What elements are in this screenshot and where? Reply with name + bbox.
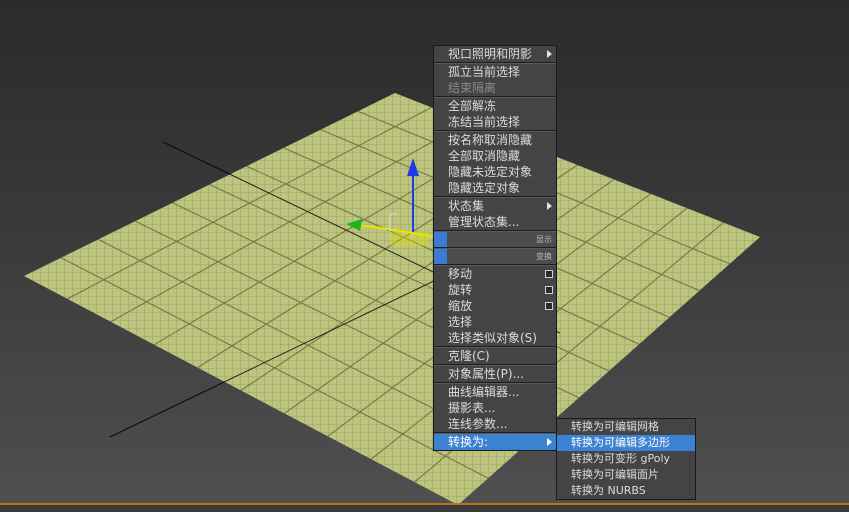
quad-menu: 视口照明和阴影 孤立当前选择 结束隔离 全部解冻 冻结当前选择 按名称取消隐藏 … bbox=[433, 45, 557, 451]
menu-item-convert-nurbs[interactable]: 转换为 NURBS bbox=[557, 483, 695, 499]
menu-item-move[interactable]: 移动 bbox=[434, 266, 556, 282]
submenu-arrow-icon bbox=[547, 202, 552, 210]
menu-item-label: 移动 bbox=[448, 267, 473, 281]
menu-item-label: 隐藏未选定对象 bbox=[448, 165, 533, 179]
quad-header-transform: 变换 bbox=[434, 249, 556, 264]
menu-item-label: 克隆(C) bbox=[448, 349, 490, 363]
menu-item-label: 转换为可编辑多边形 bbox=[571, 436, 670, 449]
quad-header-label: 显示 bbox=[536, 235, 552, 244]
options-box-icon[interactable] bbox=[545, 270, 553, 278]
menu-item-label: 转换为: bbox=[448, 435, 489, 449]
menu-item-label: 连线参数... bbox=[448, 417, 508, 431]
menu-item-clone[interactable]: 克隆(C) bbox=[434, 348, 556, 364]
menu-item-label: 状态集 bbox=[448, 199, 485, 213]
menu-item-object-properties[interactable]: 对象属性(P)... bbox=[434, 366, 556, 382]
menu-item-label: 冻结当前选择 bbox=[448, 115, 521, 129]
menu-item-label: 选择 bbox=[448, 315, 473, 329]
menu-item-label: 转换为可编辑面片 bbox=[571, 468, 659, 481]
submenu-arrow-icon bbox=[547, 438, 552, 446]
menu-item-label: 转换为可编辑网格 bbox=[571, 420, 659, 433]
menu-item-label: 按名称取消隐藏 bbox=[448, 133, 533, 147]
quad-header-marker bbox=[434, 249, 447, 264]
menu-item-rotate[interactable]: 旋转 bbox=[434, 282, 556, 298]
quad-header-marker bbox=[434, 232, 447, 247]
menu-item-hide-unselected[interactable]: 隐藏未选定对象 bbox=[434, 164, 556, 180]
menu-item-viewport-lighting-shadows[interactable]: 视口照明和阴影 bbox=[434, 46, 556, 62]
menu-item-label: 摄影表... bbox=[448, 401, 496, 415]
menu-item-manage-state-sets[interactable]: 管理状态集... bbox=[434, 214, 556, 230]
menu-item-convert-editable-mesh[interactable]: 转换为可编辑网格 bbox=[557, 419, 695, 435]
menu-item-convert-editable-poly[interactable]: 转换为可编辑多边形 bbox=[557, 435, 695, 451]
menu-item-hide-selection[interactable]: 隐藏选定对象 bbox=[434, 180, 556, 196]
menu-item-select[interactable]: 选择 bbox=[434, 314, 556, 330]
menu-item-unhide-by-name[interactable]: 按名称取消隐藏 bbox=[434, 132, 556, 148]
menu-item-convert-editable-patch[interactable]: 转换为可编辑面片 bbox=[557, 467, 695, 483]
menu-item-end-isolation[interactable]: 结束隔离 bbox=[434, 80, 556, 96]
menu-item-curve-editor[interactable]: 曲线编辑器... bbox=[434, 384, 556, 400]
menu-item-state-sets[interactable]: 状态集 bbox=[434, 198, 556, 214]
menu-item-label: 全部解冻 bbox=[448, 99, 497, 113]
menu-item-label: 旋转 bbox=[448, 283, 473, 297]
menu-item-label: 对象属性(P)... bbox=[448, 367, 525, 381]
menu-item-wire-parameters[interactable]: 连线参数... bbox=[434, 416, 556, 432]
menu-item-convert-to[interactable]: 转换为: bbox=[434, 434, 556, 450]
menu-item-isolate-selection[interactable]: 孤立当前选择 bbox=[434, 64, 556, 80]
menu-item-label: 结束隔离 bbox=[448, 81, 497, 95]
menu-item-unfreeze-all[interactable]: 全部解冻 bbox=[434, 98, 556, 114]
options-box-icon[interactable] bbox=[545, 302, 553, 310]
menu-item-label: 管理状态集... bbox=[448, 215, 520, 229]
options-box-icon[interactable] bbox=[545, 286, 553, 294]
viewport-scene bbox=[24, 93, 760, 505]
status-bar bbox=[0, 505, 849, 512]
menu-item-label: 转换为可变形 gPoly bbox=[571, 452, 671, 465]
quad-header-label: 变换 bbox=[536, 252, 552, 261]
submenu-arrow-icon bbox=[547, 50, 552, 58]
menu-item-label: 视口照明和阴影 bbox=[448, 47, 533, 61]
menu-item-freeze-selection[interactable]: 冻结当前选择 bbox=[434, 114, 556, 130]
menu-item-scale[interactable]: 缩放 bbox=[434, 298, 556, 314]
menu-item-label: 缩放 bbox=[448, 299, 473, 313]
perspective-viewport[interactable] bbox=[0, 0, 849, 512]
menu-item-label: 曲线编辑器... bbox=[448, 385, 520, 399]
menu-item-unhide-all[interactable]: 全部取消隐藏 bbox=[434, 148, 556, 164]
menu-item-label: 全部取消隐藏 bbox=[448, 149, 521, 163]
menu-item-dope-sheet[interactable]: 摄影表... bbox=[434, 400, 556, 416]
menu-item-convert-deformable-gpoly[interactable]: 转换为可变形 gPoly bbox=[557, 451, 695, 467]
menu-item-label: 转换为 NURBS bbox=[571, 484, 646, 497]
menu-item-label: 选择类似对象(S) bbox=[448, 331, 537, 345]
menu-item-select-similar[interactable]: 选择类似对象(S) bbox=[434, 330, 556, 346]
quad-header-display: 显示 bbox=[434, 232, 556, 247]
convert-to-submenu: 转换为可编辑网格 转换为可编辑多边形 转换为可变形 gPoly 转换为可编辑面片… bbox=[556, 418, 696, 500]
menu-item-label: 隐藏选定对象 bbox=[448, 181, 521, 195]
menu-item-label: 孤立当前选择 bbox=[448, 65, 521, 79]
